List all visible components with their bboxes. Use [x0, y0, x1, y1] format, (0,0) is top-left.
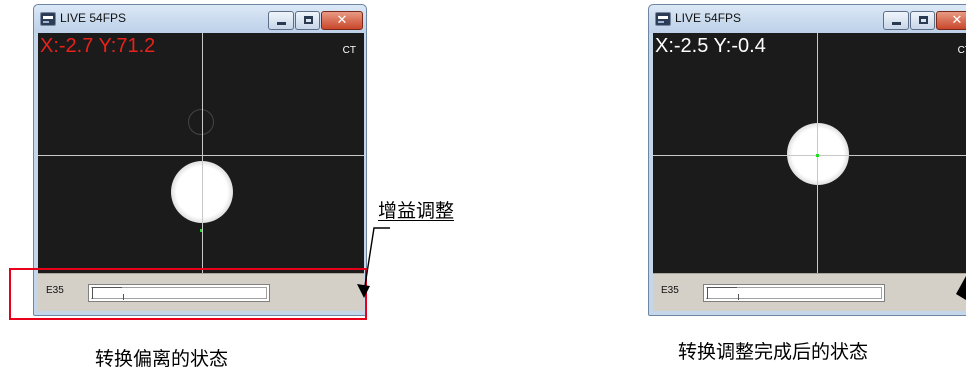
slider-thumb[interactable] — [707, 287, 739, 300]
close-icon: ✕ — [336, 13, 348, 28]
crosshair-vertical — [202, 33, 203, 273]
live-view[interactable]: X:-2.7 Y:71.2 CT — [38, 33, 364, 273]
maximize-icon — [304, 16, 313, 24]
close-icon: ✕ — [951, 13, 963, 28]
gain-value-label: E35 — [661, 285, 679, 296]
titlebar[interactable]: LIVE 54FPS ✕ — [34, 5, 366, 33]
minimize-button[interactable] — [883, 11, 909, 30]
gain-bar: E35 — [653, 273, 966, 311]
annotation-arrow-icon — [357, 227, 390, 298]
faint-reflection — [188, 109, 214, 135]
close-button[interactable]: ✕ — [321, 11, 363, 30]
gain-highlight-box — [9, 268, 367, 320]
window-title: LIVE 54FPS — [60, 11, 127, 25]
ct-label: CT — [957, 45, 966, 56]
minimize-button[interactable] — [268, 11, 294, 30]
maximize-icon — [919, 16, 928, 24]
minimize-icon — [892, 22, 901, 25]
center-marker — [816, 154, 819, 157]
coordinate-readout: X:-2.5 Y:-0.4 — [655, 35, 766, 57]
crosshair-vertical — [817, 33, 818, 273]
titlebar[interactable]: LIVE 54FPS ✕ — [649, 5, 966, 33]
crosshair-horizontal — [38, 155, 364, 156]
coordinate-readout: X:-2.7 Y:71.2 — [40, 35, 156, 57]
gain-slider[interactable] — [703, 284, 885, 302]
camera-app-icon — [40, 12, 56, 26]
maximize-button[interactable] — [910, 11, 935, 30]
caption-right: 转换调整完成后的状态 — [678, 341, 869, 363]
window-title: LIVE 54FPS — [675, 11, 742, 25]
maximize-button[interactable] — [295, 11, 320, 30]
live-view[interactable]: X:-2.5 Y:-0.4 CT — [653, 33, 966, 273]
live-window-right: LIVE 54FPS ✕ X:-2.5 Y:-0.4 CT E35 — [648, 4, 966, 316]
annotation-arrow-icon — [956, 276, 966, 300]
crosshair-horizontal — [653, 155, 966, 156]
close-button[interactable]: ✕ — [936, 11, 966, 30]
camera-app-icon — [655, 12, 671, 26]
minimize-icon — [277, 22, 286, 25]
ct-label: CT — [342, 45, 356, 56]
caption-left: 转换偏离的状态 — [95, 348, 229, 370]
